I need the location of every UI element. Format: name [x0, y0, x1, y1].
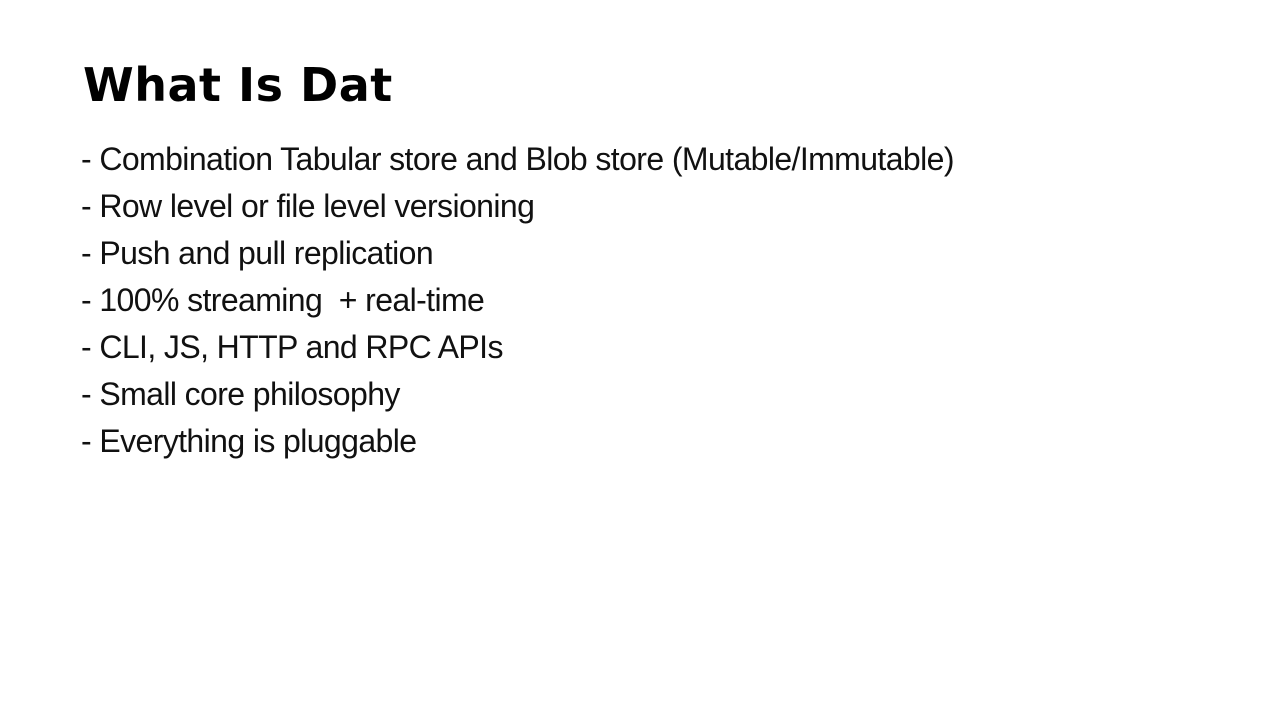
bullet-item: - 100% streaming + real-time — [81, 282, 485, 318]
bullet-item: - Push and pull replication — [81, 235, 434, 271]
slide-title: What Is Dat — [83, 58, 393, 112]
bullet-list: - Combination Tabular store and Blob sto… — [81, 136, 954, 465]
bullet-item: - Everything is pluggable — [81, 423, 417, 459]
bullet-item: - Combination Tabular store and Blob sto… — [81, 141, 954, 177]
slide: What Is Dat - Combination Tabular store … — [0, 0, 1281, 720]
bullet-item: - CLI, JS, HTTP and RPC APIs — [81, 329, 503, 365]
bullet-item: - Small core philosophy — [81, 376, 400, 412]
bullet-item: - Row level or file level versioning — [81, 188, 535, 224]
